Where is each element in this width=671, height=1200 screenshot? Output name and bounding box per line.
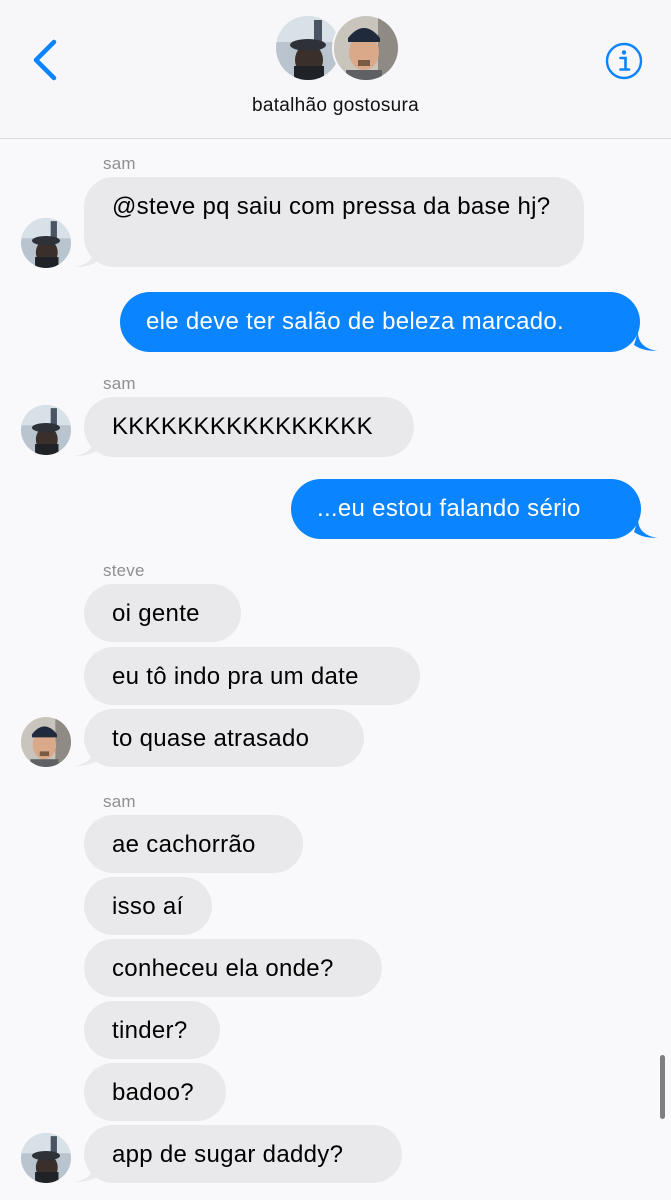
message-bubble[interactable]: badoo?: [84, 1063, 226, 1121]
bubble-tail: [634, 332, 658, 351]
bubble-tail: [74, 248, 98, 267]
sender-name: sam: [103, 792, 136, 811]
chevron-left-icon: [33, 39, 57, 81]
message-bubble[interactable]: tinder?: [84, 1001, 220, 1059]
back-button[interactable]: [24, 36, 68, 84]
avatar-sam: [21, 218, 71, 268]
message-bubble[interactable]: ...eu estou falando sério: [291, 479, 641, 539]
scroll-indicator[interactable]: [660, 1055, 665, 1119]
message-bubble[interactable]: eu tô indo pra um date: [84, 647, 420, 705]
conversation-header: batalhão gostosura: [0, 0, 671, 139]
avatar-steve: [332, 14, 400, 82]
message-bubble[interactable]: isso aí: [84, 877, 212, 935]
info-button[interactable]: [603, 40, 645, 82]
message-bubble[interactable]: @steve pq saiu com pressa da base hj?: [84, 177, 584, 267]
bubble-tail: [634, 519, 658, 538]
message-bubble[interactable]: to quase atrasado: [84, 709, 364, 767]
message-bubble[interactable]: app de sugar daddy?: [84, 1125, 402, 1183]
info-circle-icon: [605, 42, 643, 80]
avatar-sam: [21, 1133, 71, 1183]
message-bubble[interactable]: oi gente: [84, 584, 241, 642]
bubble-tail: [74, 437, 98, 456]
avatar-steve: [21, 717, 71, 767]
message-bubble[interactable]: conheceu ela onde?: [84, 939, 382, 997]
bubble-tail: [74, 1163, 98, 1182]
avatar-sam: [21, 405, 71, 455]
conversation-screen: batalhão gostosura sam @steve pq saiu co…: [0, 0, 671, 1200]
sender-name: sam: [103, 154, 136, 173]
group-name[interactable]: batalhão gostosura: [0, 95, 671, 117]
bubble-tail: [74, 747, 98, 766]
sender-name: sam: [103, 374, 136, 393]
sender-name: steve: [103, 561, 145, 580]
message-bubble[interactable]: ae cachorrão: [84, 815, 303, 873]
message-bubble[interactable]: ele deve ter salão de beleza marcado.: [120, 292, 640, 352]
message-bubble[interactable]: KKKKKKKKKKKKKKKK: [84, 397, 414, 457]
group-avatars[interactable]: [274, 14, 400, 82]
